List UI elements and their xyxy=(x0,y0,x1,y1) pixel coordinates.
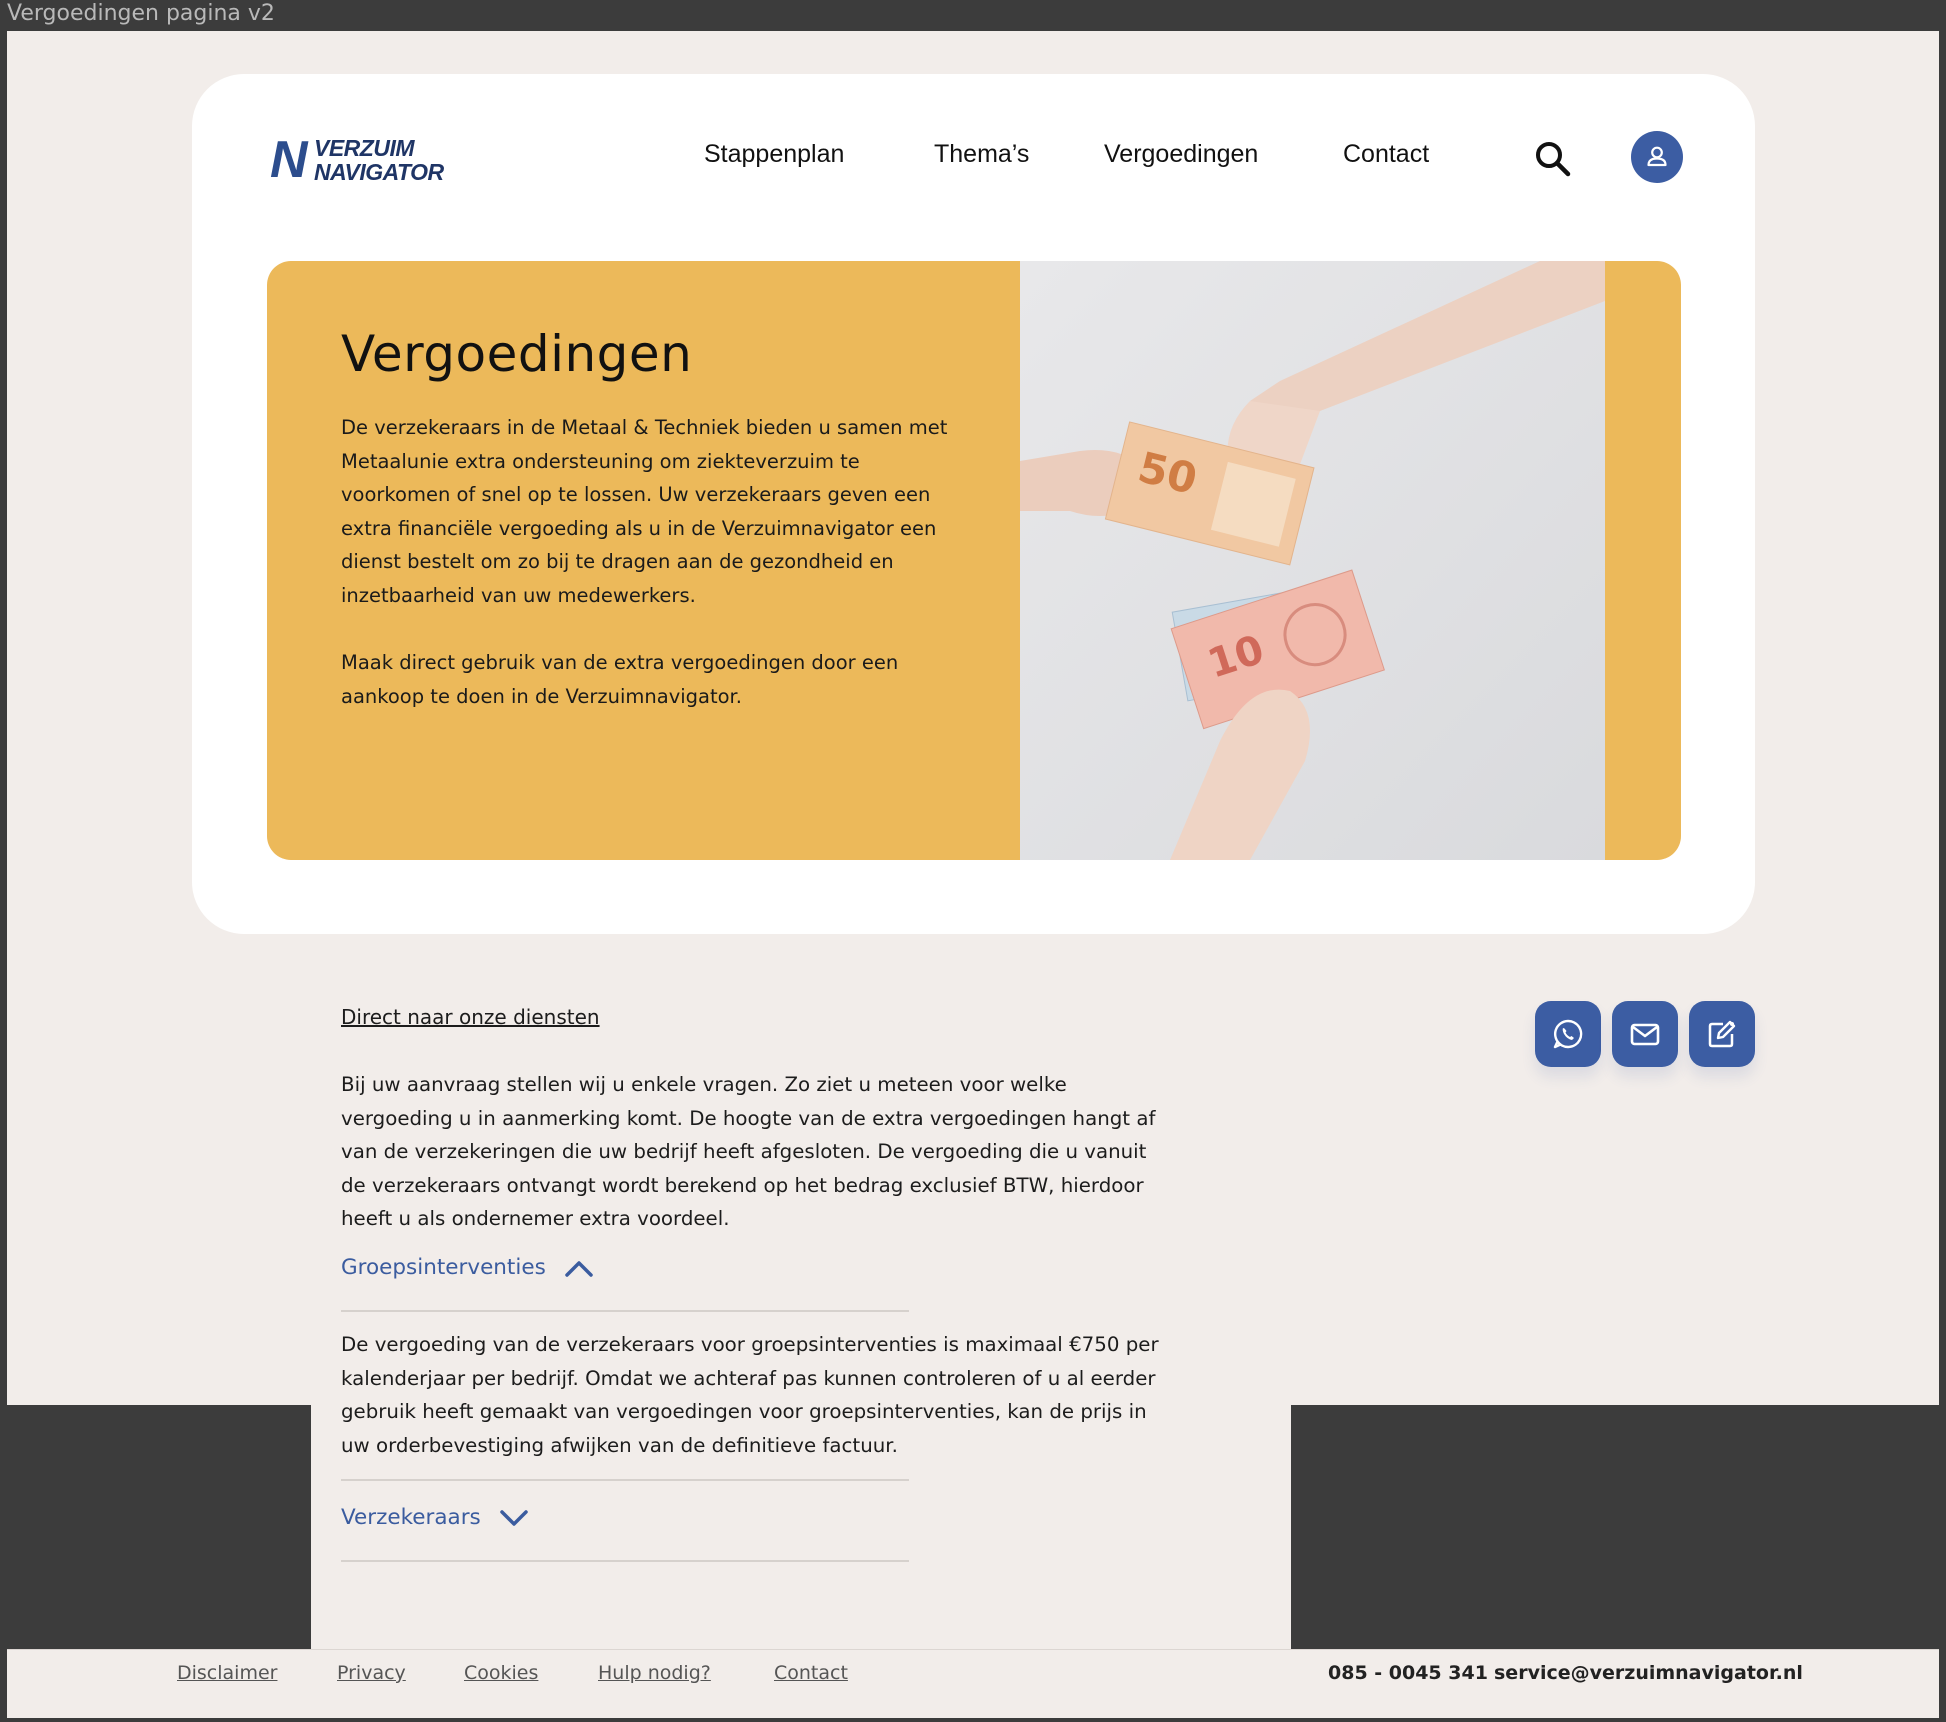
hero-banner: Vergoedingen De verzekeraars in de Metaa… xyxy=(267,261,1681,860)
chevron-up-icon xyxy=(565,1260,593,1277)
direct-to-services-link[interactable]: Direct naar onze diensten xyxy=(341,1005,600,1029)
accordion-verzekeraars-header[interactable]: Verzekeraars xyxy=(341,1505,529,1530)
nav-themas[interactable]: Thema’s xyxy=(934,140,1029,169)
user-icon xyxy=(1647,146,1667,167)
hero-image: 50 10 xyxy=(1020,261,1605,860)
header-card: N VERZUIM NAVIGATOR Stappenplan Thema’s … xyxy=(192,74,1755,934)
whatsapp-button[interactable] xyxy=(1535,1001,1601,1067)
accordion-groepsinterventies-body: De vergoeding van de verzekeraars voor g… xyxy=(341,1333,1159,1457)
divider xyxy=(341,1560,909,1562)
intro-text: Bij uw aanvraag stellen wij u enkele vra… xyxy=(341,1073,1156,1230)
contact-form-icon xyxy=(1708,1020,1736,1048)
accordion-groepsinterventies-header[interactable]: Groepsinterventies xyxy=(341,1255,594,1280)
divider xyxy=(341,1310,909,1312)
logo-line-2: NAVIGATOR xyxy=(314,159,444,185)
search-icon[interactable] xyxy=(1533,139,1573,179)
nav-vergoedingen[interactable]: Vergoedingen xyxy=(1104,140,1258,169)
footer-link-help[interactable]: Hulp nodig? xyxy=(598,1662,711,1684)
footer-email[interactable]: service@verzuimnavigator.nl xyxy=(1494,1662,1803,1684)
footer-link-privacy[interactable]: Privacy xyxy=(337,1662,406,1684)
footer-phone[interactable]: 085 - 0045 341 xyxy=(1328,1662,1488,1684)
account-button[interactable] xyxy=(1631,131,1683,183)
contact-form-button[interactable] xyxy=(1689,1001,1755,1067)
footer-link-cookies[interactable]: Cookies xyxy=(464,1662,538,1684)
nav-contact[interactable]: Contact xyxy=(1343,140,1429,169)
mail-icon xyxy=(1630,1023,1660,1046)
page-title: Vergoedingen xyxy=(341,325,693,383)
accordion-title: Verzekeraars xyxy=(341,1505,481,1530)
logo-line-1: VERZUIM xyxy=(314,135,415,161)
logo[interactable]: N VERZUIM NAVIGATOR xyxy=(270,131,444,189)
footer-link-disclaimer[interactable]: Disclaimer xyxy=(177,1662,277,1684)
chevron-down-icon xyxy=(500,1509,528,1526)
divider xyxy=(341,1479,909,1481)
window-title: Vergoedingen pagina v2 xyxy=(7,1,275,26)
footer: Disclaimer Privacy Cookies Hulp nodig? C… xyxy=(7,1649,1939,1718)
accordion-title: Groepsinterventies xyxy=(341,1255,546,1280)
footer-link-contact[interactable]: Contact xyxy=(774,1662,848,1684)
hero-paragraph-cta: Maak direct gebruik van de extra vergoed… xyxy=(341,651,899,708)
whatsapp-icon xyxy=(1553,1019,1583,1049)
logo-mark: N xyxy=(270,131,308,189)
mail-button[interactable] xyxy=(1612,1001,1678,1067)
hero-paragraph: De verzekeraars in de Metaal & Techniek … xyxy=(341,416,948,607)
nav-stappenplan[interactable]: Stappenplan xyxy=(704,140,844,169)
